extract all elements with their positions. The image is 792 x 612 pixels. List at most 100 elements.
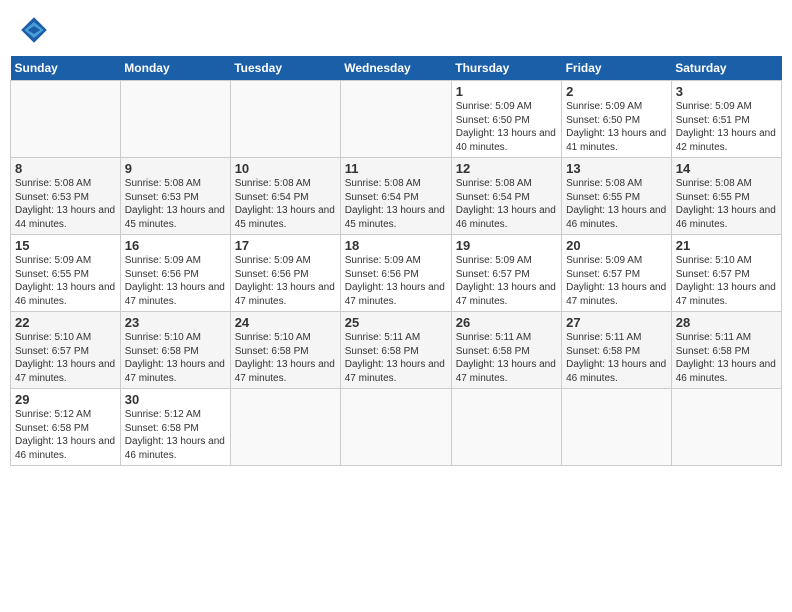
day-number: 23 — [125, 315, 226, 330]
calendar-cell: 3Sunrise: 5:09 AMSunset: 6:51 PMDaylight… — [671, 81, 781, 158]
calendar-cell: 14Sunrise: 5:08 AMSunset: 6:55 PMDayligh… — [671, 158, 781, 235]
calendar-cell: 8Sunrise: 5:08 AMSunset: 6:53 PMDaylight… — [11, 158, 121, 235]
day-number: 8 — [15, 161, 116, 176]
day-info: Sunrise: 5:08 AMSunset: 6:53 PMDaylight:… — [15, 177, 116, 231]
day-info: Sunrise: 5:12 AMSunset: 6:58 PMDaylight:… — [125, 408, 226, 462]
logo-icon — [18, 14, 50, 46]
day-number: 20 — [566, 238, 667, 253]
day-header-wednesday: Wednesday — [340, 56, 451, 81]
day-info: Sunrise: 5:09 AMSunset: 6:50 PMDaylight:… — [566, 100, 667, 154]
day-info: Sunrise: 5:08 AMSunset: 6:54 PMDaylight:… — [345, 177, 447, 231]
calendar-cell: 26Sunrise: 5:11 AMSunset: 6:58 PMDayligh… — [451, 312, 561, 389]
day-number: 13 — [566, 161, 667, 176]
calendar-cell: 13Sunrise: 5:08 AMSunset: 6:55 PMDayligh… — [562, 158, 672, 235]
day-number: 18 — [345, 238, 447, 253]
day-info: Sunrise: 5:10 AMSunset: 6:57 PMDaylight:… — [676, 254, 777, 308]
day-header-saturday: Saturday — [671, 56, 781, 81]
day-number: 2 — [566, 84, 667, 99]
calendar-cell — [451, 389, 561, 466]
day-info: Sunrise: 5:10 AMSunset: 6:57 PMDaylight:… — [15, 331, 116, 385]
logo — [18, 14, 54, 46]
day-number: 29 — [15, 392, 116, 407]
week-row-2: 8Sunrise: 5:08 AMSunset: 6:53 PMDaylight… — [11, 158, 782, 235]
calendar-cell: 30Sunrise: 5:12 AMSunset: 6:58 PMDayligh… — [120, 389, 230, 466]
day-number: 12 — [456, 161, 557, 176]
day-number: 21 — [676, 238, 777, 253]
calendar-cell: 19Sunrise: 5:09 AMSunset: 6:57 PMDayligh… — [451, 235, 561, 312]
day-info: Sunrise: 5:10 AMSunset: 6:58 PMDaylight:… — [125, 331, 226, 385]
calendar-cell: 9Sunrise: 5:08 AMSunset: 6:53 PMDaylight… — [120, 158, 230, 235]
day-info: Sunrise: 5:08 AMSunset: 6:54 PMDaylight:… — [235, 177, 336, 231]
calendar-cell: 11Sunrise: 5:08 AMSunset: 6:54 PMDayligh… — [340, 158, 451, 235]
day-number: 16 — [125, 238, 226, 253]
week-row-5: 29Sunrise: 5:12 AMSunset: 6:58 PMDayligh… — [11, 389, 782, 466]
calendar-cell: 15Sunrise: 5:09 AMSunset: 6:55 PMDayligh… — [11, 235, 121, 312]
calendar-cell — [230, 81, 340, 158]
calendar-cell — [11, 81, 121, 158]
day-number: 9 — [125, 161, 226, 176]
day-info: Sunrise: 5:08 AMSunset: 6:55 PMDaylight:… — [676, 177, 777, 231]
day-info: Sunrise: 5:08 AMSunset: 6:54 PMDaylight:… — [456, 177, 557, 231]
day-info: Sunrise: 5:09 AMSunset: 6:56 PMDaylight:… — [345, 254, 447, 308]
day-info: Sunrise: 5:08 AMSunset: 6:53 PMDaylight:… — [125, 177, 226, 231]
day-number: 24 — [235, 315, 336, 330]
calendar-cell: 25Sunrise: 5:11 AMSunset: 6:58 PMDayligh… — [340, 312, 451, 389]
calendar-cell: 10Sunrise: 5:08 AMSunset: 6:54 PMDayligh… — [230, 158, 340, 235]
day-number: 28 — [676, 315, 777, 330]
calendar-cell: 17Sunrise: 5:09 AMSunset: 6:56 PMDayligh… — [230, 235, 340, 312]
calendar-cell: 27Sunrise: 5:11 AMSunset: 6:58 PMDayligh… — [562, 312, 672, 389]
calendar-table: SundayMondayTuesdayWednesdayThursdayFrid… — [10, 56, 782, 466]
week-row-4: 22Sunrise: 5:10 AMSunset: 6:57 PMDayligh… — [11, 312, 782, 389]
day-number: 14 — [676, 161, 777, 176]
page-header — [10, 10, 782, 50]
day-number: 19 — [456, 238, 557, 253]
calendar-cell: 20Sunrise: 5:09 AMSunset: 6:57 PMDayligh… — [562, 235, 672, 312]
calendar-cell: 12Sunrise: 5:08 AMSunset: 6:54 PMDayligh… — [451, 158, 561, 235]
calendar-cell: 18Sunrise: 5:09 AMSunset: 6:56 PMDayligh… — [340, 235, 451, 312]
day-number: 11 — [345, 161, 447, 176]
day-number: 3 — [676, 84, 777, 99]
day-info: Sunrise: 5:09 AMSunset: 6:57 PMDaylight:… — [566, 254, 667, 308]
day-info: Sunrise: 5:11 AMSunset: 6:58 PMDaylight:… — [456, 331, 557, 385]
day-info: Sunrise: 5:09 AMSunset: 6:56 PMDaylight:… — [235, 254, 336, 308]
calendar-cell — [562, 389, 672, 466]
calendar-cell — [120, 81, 230, 158]
day-number: 15 — [15, 238, 116, 253]
calendar-cell: 1Sunrise: 5:09 AMSunset: 6:50 PMDaylight… — [451, 81, 561, 158]
calendar-cell — [340, 389, 451, 466]
day-number: 1 — [456, 84, 557, 99]
day-number: 27 — [566, 315, 667, 330]
day-number: 10 — [235, 161, 336, 176]
calendar-cell: 29Sunrise: 5:12 AMSunset: 6:58 PMDayligh… — [11, 389, 121, 466]
day-number: 25 — [345, 315, 447, 330]
day-info: Sunrise: 5:09 AMSunset: 6:51 PMDaylight:… — [676, 100, 777, 154]
week-row-1: 1Sunrise: 5:09 AMSunset: 6:50 PMDaylight… — [11, 81, 782, 158]
day-number: 22 — [15, 315, 116, 330]
calendar-cell: 22Sunrise: 5:10 AMSunset: 6:57 PMDayligh… — [11, 312, 121, 389]
calendar-cell — [671, 389, 781, 466]
day-number: 17 — [235, 238, 336, 253]
day-info: Sunrise: 5:09 AMSunset: 6:57 PMDaylight:… — [456, 254, 557, 308]
day-header-monday: Monday — [120, 56, 230, 81]
calendar-cell — [340, 81, 451, 158]
day-info: Sunrise: 5:11 AMSunset: 6:58 PMDaylight:… — [345, 331, 447, 385]
day-header-tuesday: Tuesday — [230, 56, 340, 81]
calendar-cell: 16Sunrise: 5:09 AMSunset: 6:56 PMDayligh… — [120, 235, 230, 312]
day-number: 30 — [125, 392, 226, 407]
day-info: Sunrise: 5:09 AMSunset: 6:56 PMDaylight:… — [125, 254, 226, 308]
day-header-sunday: Sunday — [11, 56, 121, 81]
day-info: Sunrise: 5:11 AMSunset: 6:58 PMDaylight:… — [676, 331, 777, 385]
calendar-cell: 2Sunrise: 5:09 AMSunset: 6:50 PMDaylight… — [562, 81, 672, 158]
day-header-friday: Friday — [562, 56, 672, 81]
day-info: Sunrise: 5:12 AMSunset: 6:58 PMDaylight:… — [15, 408, 116, 462]
day-number: 26 — [456, 315, 557, 330]
day-info: Sunrise: 5:09 AMSunset: 6:50 PMDaylight:… — [456, 100, 557, 154]
day-info: Sunrise: 5:11 AMSunset: 6:58 PMDaylight:… — [566, 331, 667, 385]
day-info: Sunrise: 5:08 AMSunset: 6:55 PMDaylight:… — [566, 177, 667, 231]
calendar-cell — [230, 389, 340, 466]
day-info: Sunrise: 5:09 AMSunset: 6:55 PMDaylight:… — [15, 254, 116, 308]
calendar-cell: 21Sunrise: 5:10 AMSunset: 6:57 PMDayligh… — [671, 235, 781, 312]
calendar-cell: 28Sunrise: 5:11 AMSunset: 6:58 PMDayligh… — [671, 312, 781, 389]
day-info: Sunrise: 5:10 AMSunset: 6:58 PMDaylight:… — [235, 331, 336, 385]
calendar-cell: 24Sunrise: 5:10 AMSunset: 6:58 PMDayligh… — [230, 312, 340, 389]
